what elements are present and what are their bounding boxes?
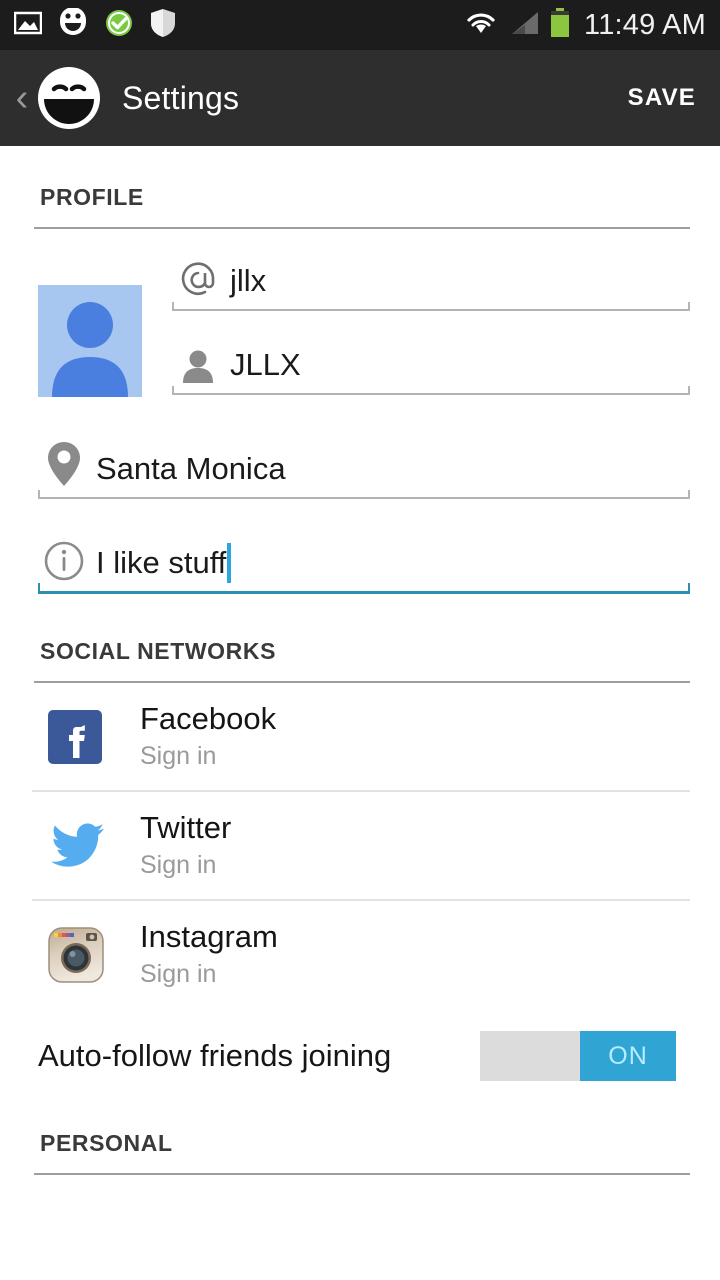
location-pin-icon: [38, 439, 90, 489]
social-text: Twitter Sign in: [140, 809, 232, 880]
displayname-underline: [172, 386, 690, 395]
section-personal: PERSONAL: [0, 1104, 720, 1175]
username-field[interactable]: jllx: [172, 259, 690, 311]
back-chevron-icon[interactable]: ‹: [8, 79, 36, 117]
toggle-state-label: ON: [580, 1031, 676, 1081]
social-name: Facebook: [140, 700, 277, 736]
wifi-icon: [464, 9, 498, 42]
profile-block: jllx JLLX: [0, 229, 720, 397]
signal-icon: [508, 9, 540, 42]
facebook-icon: [48, 709, 106, 764]
bio-value: I like stuff: [96, 545, 227, 580]
displayname-field[interactable]: JLLX: [172, 347, 690, 395]
section-label: PERSONAL: [40, 1130, 173, 1156]
social-row-facebook[interactable]: Facebook Sign in: [0, 683, 720, 790]
person-icon: [172, 347, 224, 385]
app-logo-smiley-icon[interactable]: [38, 67, 100, 129]
section-divider: [34, 1173, 690, 1175]
shield-icon: [150, 8, 176, 43]
username-underline: [172, 302, 690, 311]
battery-icon: [550, 7, 570, 43]
status-clock: 11:49 AM: [584, 8, 706, 41]
twitter-icon: [48, 822, 106, 870]
page-title: Settings: [122, 79, 240, 116]
social-row-twitter[interactable]: Twitter Sign in: [0, 792, 720, 899]
section-social: SOCIAL NETWORKS: [0, 594, 720, 683]
auto-follow-label: Auto-follow friends joining: [38, 1038, 392, 1073]
section-label: SOCIAL NETWORKS: [40, 638, 277, 664]
social-row-instagram[interactable]: Instagram Sign in: [0, 901, 720, 1008]
bio-underline-focused: [38, 583, 690, 594]
auto-follow-row[interactable]: Auto-follow friends joining ON: [0, 1008, 720, 1104]
displayname-value: JLLX: [230, 347, 301, 382]
social-text: Instagram Sign in: [140, 918, 278, 989]
section-header-profile: PROFILE: [0, 146, 720, 221]
social-status: Sign in: [140, 851, 217, 880]
smiley-icon: [58, 6, 88, 43]
check-circle-icon: [104, 8, 134, 43]
social-status: Sign in: [140, 960, 217, 989]
section-profile: PROFILE: [0, 146, 720, 229]
text-cursor: [227, 543, 232, 583]
section-header-personal: PERSONAL: [0, 1104, 720, 1167]
bio-field[interactable]: I like stuff: [38, 539, 690, 594]
section-label: PROFILE: [40, 184, 144, 210]
auto-follow-toggle[interactable]: ON: [480, 1031, 676, 1081]
location-underline: [38, 490, 690, 499]
info-icon: [38, 539, 90, 583]
social-status: Sign in: [140, 742, 217, 771]
status-notification-icons: [13, 6, 176, 43]
status-bar: 11:49 AM: [0, 0, 720, 50]
social-name: Instagram: [140, 918, 278, 954]
location-field[interactable]: Santa Monica: [38, 439, 690, 499]
save-button[interactable]: SAVE: [628, 84, 696, 112]
section-header-social: SOCIAL NETWORKS: [0, 594, 720, 675]
username-value: jllx: [230, 263, 267, 298]
location-value: Santa Monica: [96, 451, 286, 486]
action-bar: ‹ Settings SAVE: [0, 50, 720, 146]
status-system-icons: 11:49 AM: [464, 7, 706, 43]
settings-content: PROFILE jllx JLLX Santa Monica I like st…: [0, 146, 720, 1280]
at-icon: [172, 259, 224, 301]
image-icon: [13, 11, 43, 40]
avatar[interactable]: [38, 285, 142, 397]
social-name: Twitter: [140, 809, 232, 845]
instagram-icon: [48, 926, 106, 983]
profile-fields: jllx JLLX: [172, 259, 690, 397]
social-text: Facebook Sign in: [140, 700, 277, 771]
